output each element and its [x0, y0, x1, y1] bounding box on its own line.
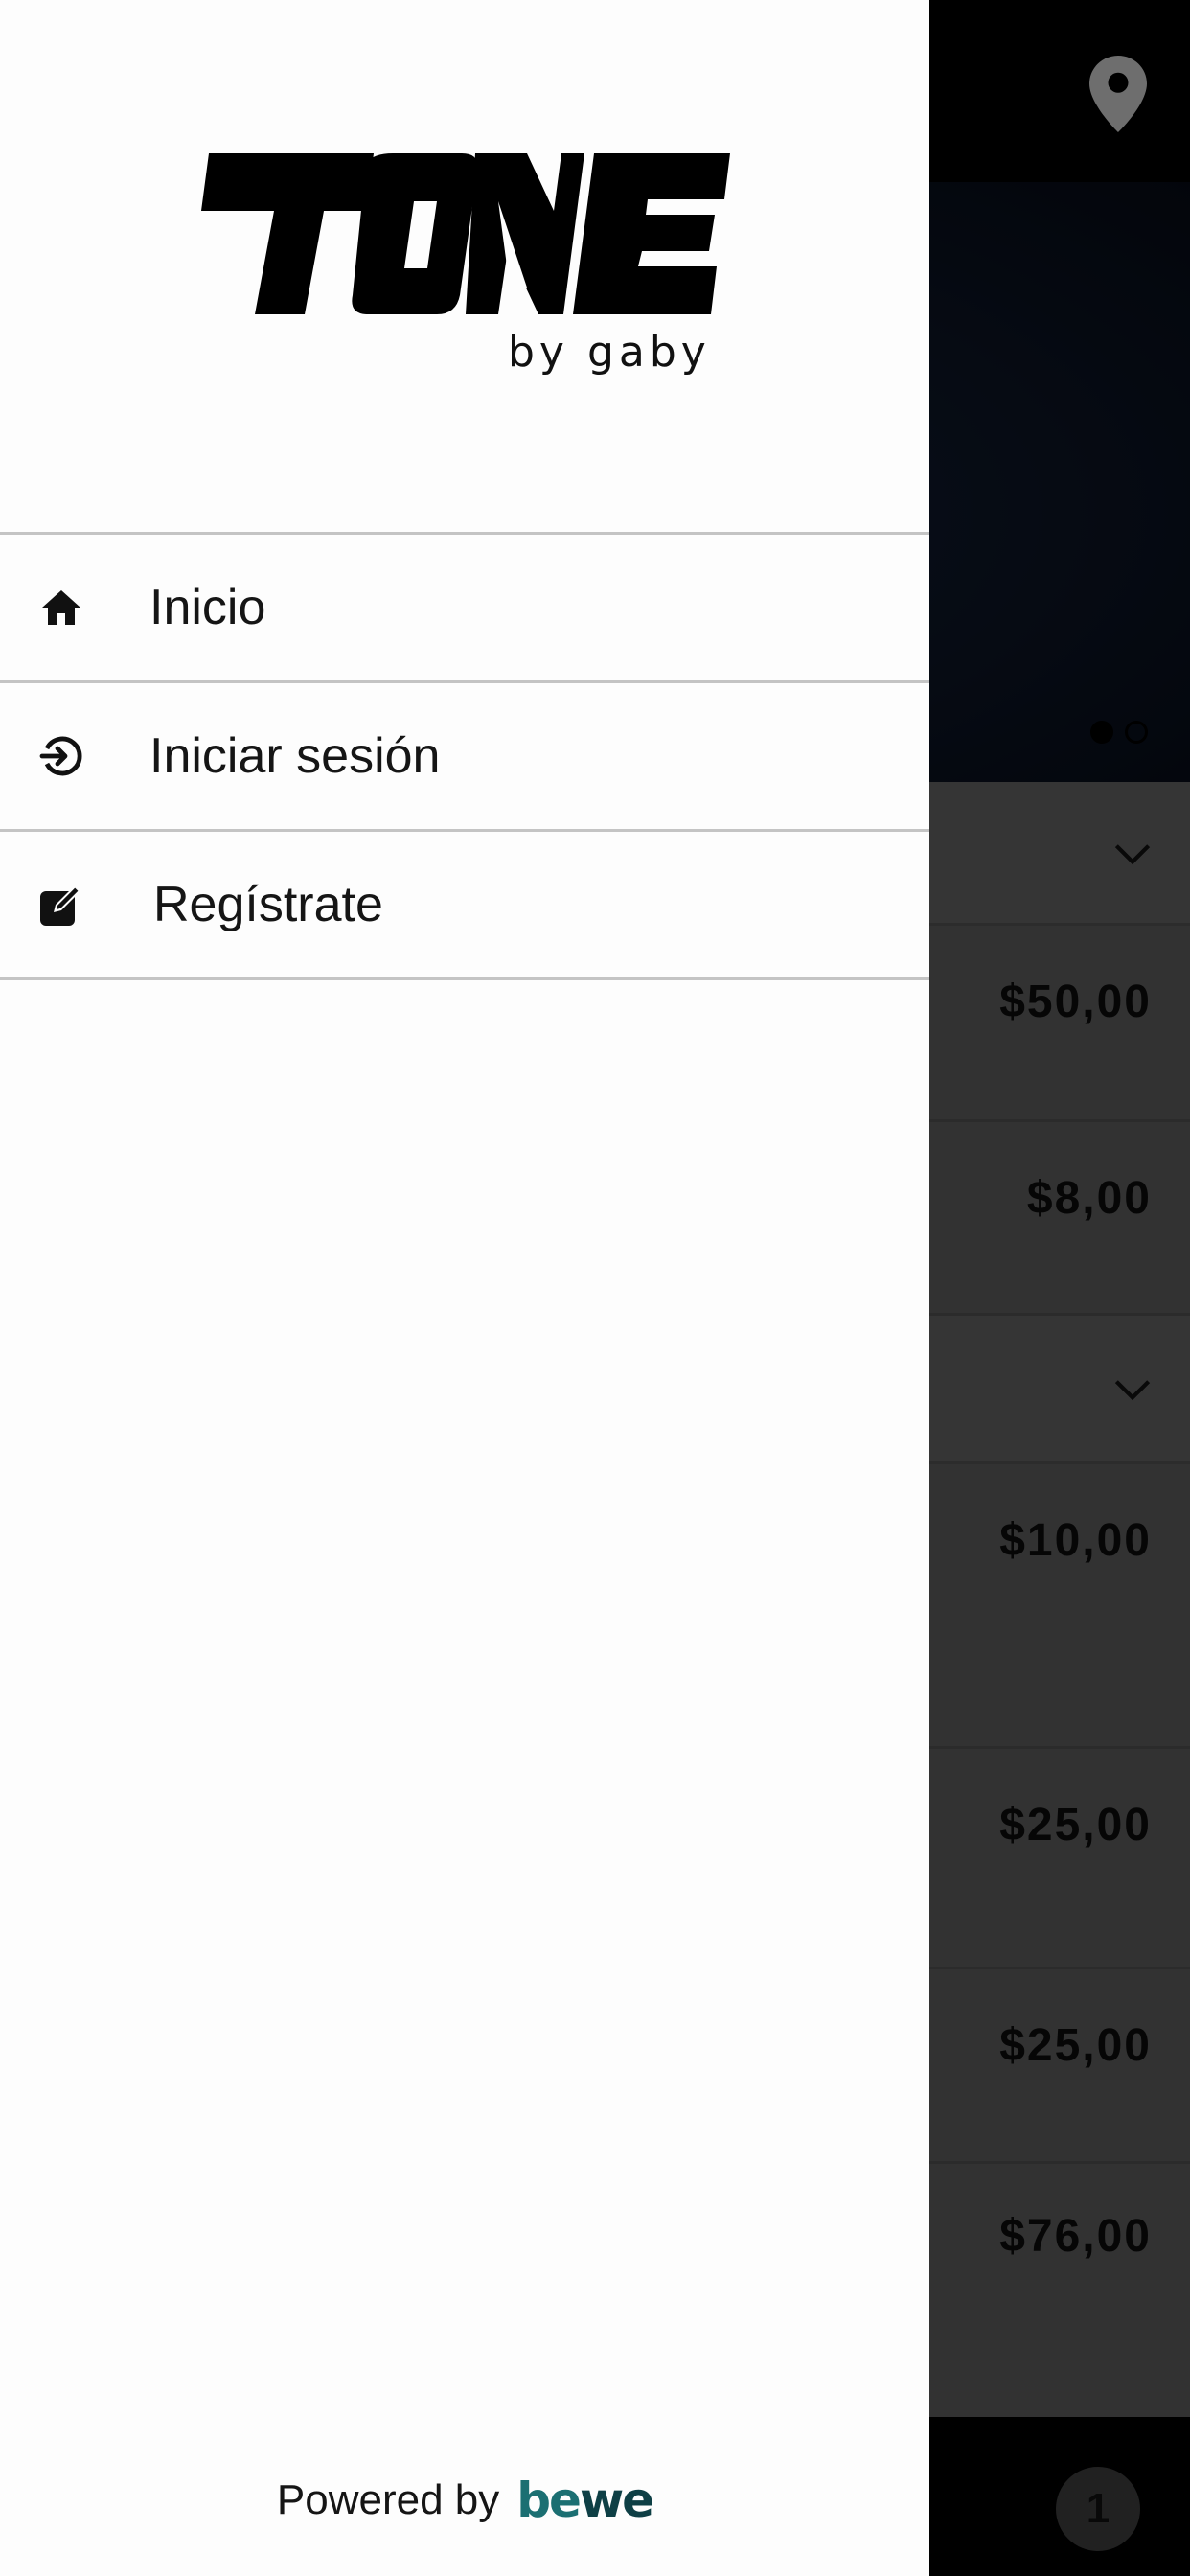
- logo-tagline: by gaby: [508, 328, 711, 377]
- powered-by-footer: Powered by bewe: [0, 2472, 929, 2528]
- login-icon: [39, 736, 82, 776]
- edit-icon: [40, 886, 80, 926]
- navigation-drawer: by gaby Inicio Iniciar sesión Regístrate…: [0, 0, 929, 2576]
- menu-item-inicio[interactable]: Inicio: [0, 535, 929, 683]
- bewe-logo-be: be: [516, 2472, 582, 2528]
- tone-by-gaby-logo: by gaby: [201, 153, 730, 377]
- menu-item-label: Iniciar sesión: [149, 728, 441, 784]
- bewe-logo[interactable]: bewe: [516, 2472, 654, 2528]
- menu-item-label: Inicio: [149, 580, 266, 635]
- home-icon: [42, 590, 80, 625]
- powered-by-text: Powered by: [276, 2476, 500, 2523]
- menu-item-label: Regístrate: [153, 877, 383, 932]
- menu-item-registrate[interactable]: Regístrate: [0, 832, 929, 980]
- menu-item-iniciar-sesion[interactable]: Iniciar sesión: [0, 683, 929, 832]
- bewe-logo-we: we: [579, 2472, 654, 2528]
